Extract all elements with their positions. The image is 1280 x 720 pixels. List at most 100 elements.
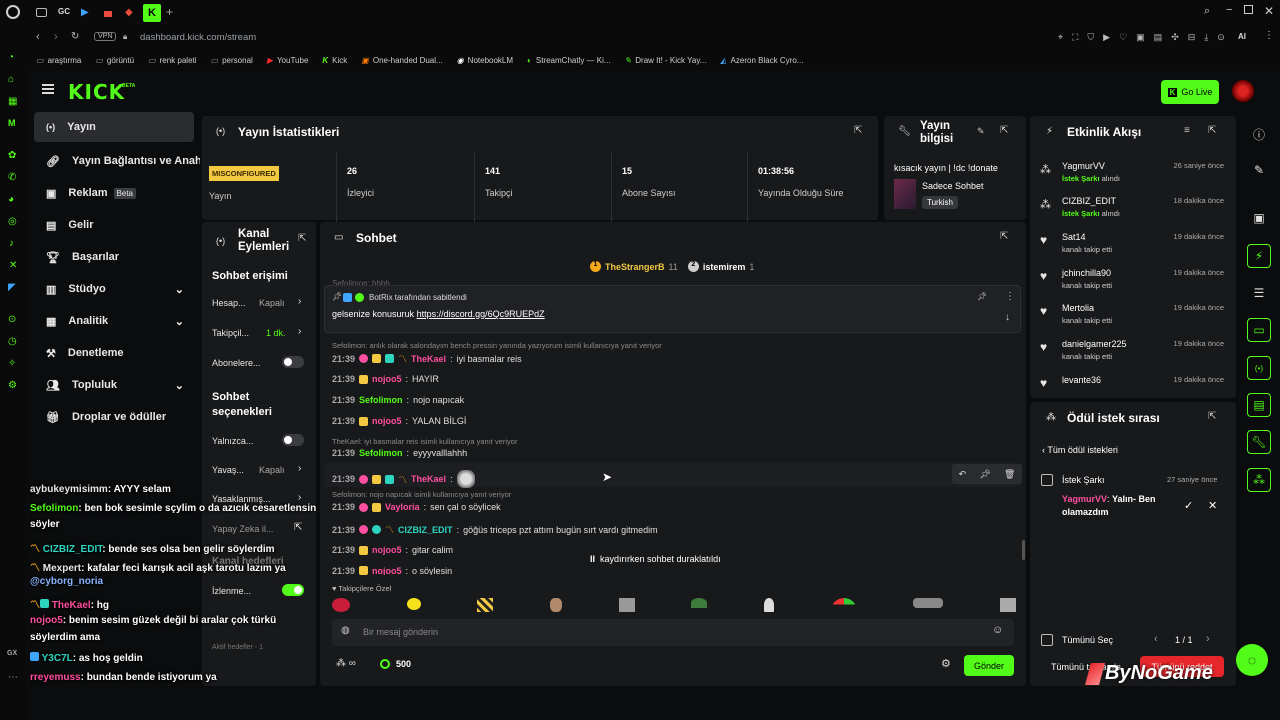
chatgpt-icon[interactable]: ✿	[8, 150, 16, 161]
yavas-label[interactable]: Yavaş...	[212, 465, 244, 475]
edit-icon[interactable]: ✎	[977, 126, 985, 137]
sidebar-item-topluluk[interactable]: 👥︎ Topluluk ⌄	[34, 370, 194, 400]
chevron-right-icon[interactable]: ›	[298, 296, 301, 307]
sidebar-item-yayin[interactable]: (•) Yayın	[34, 112, 194, 142]
ext-puzzle-icon[interactable]: ✣	[1171, 32, 1179, 43]
popout-icon[interactable]: ⇱	[854, 125, 862, 136]
top1-name[interactable]: TheStrangerB	[605, 262, 665, 272]
tab-kick-icon[interactable]: K	[143, 4, 161, 22]
filter-icon[interactable]: ≡	[1184, 125, 1190, 136]
vpn-badge[interactable]: VPN	[94, 32, 117, 41]
list-icon[interactable]: ☰	[1247, 281, 1271, 305]
emote-meme[interactable]	[999, 598, 1016, 612]
pinned-link[interactable]: https://discord.gg/6Qc9RUEPdZ	[417, 309, 545, 319]
yapay-label[interactable]: Yapay Zeka il...	[212, 524, 273, 534]
chat-username[interactable]: Sefolimon	[359, 395, 403, 405]
emote-cherry[interactable]	[332, 598, 350, 612]
reward-toggle-icon[interactable]: ⁂	[1247, 468, 1271, 492]
chevron-right-icon[interactable]: ›	[298, 492, 301, 503]
emote-gauge[interactable]	[830, 598, 857, 611]
emote-face[interactable]	[549, 598, 562, 612]
media-icon[interactable]: ▣	[1247, 206, 1271, 230]
select-all-label[interactable]: Tümünü Seç	[1062, 635, 1113, 645]
info-icon[interactable]: ⓘ	[1247, 122, 1271, 146]
chevron-right-icon[interactable]: ›	[298, 326, 301, 337]
ext-pin-icon[interactable]: ⌖	[1058, 32, 1063, 43]
ext-screenshot-icon[interactable]: ⛶	[1072, 32, 1078, 43]
tab-gc[interactable]: GC	[58, 7, 70, 16]
chat-username[interactable]: nojoo5	[372, 416, 402, 426]
back-link[interactable]: ‹ Tüm ödül istekleri	[1042, 445, 1118, 455]
bookmark-streamchatly[interactable]: ◐ StreamChatly — Ki...	[527, 56, 611, 65]
popout-icon[interactable]: ⇱	[1208, 411, 1216, 422]
delete-icon[interactable]: 🗑︎	[1004, 469, 1015, 480]
sidebar-item-baglanti[interactable]: 🔗︎ Yayın Bağlantısı ve Anahtar	[34, 146, 200, 176]
ext-shield-icon[interactable]: ⛉	[1087, 32, 1094, 43]
ext-camera-icon[interactable]: ⊙	[1217, 32, 1225, 43]
prev-page-icon[interactable]: ‹	[1154, 633, 1158, 645]
broadcast-toggle-icon[interactable]: (•)	[1247, 356, 1271, 380]
abone-label[interactable]: Abonelere...	[212, 358, 261, 368]
address-bar[interactable]: dashboard.kick.com/stream	[140, 32, 256, 43]
reply-icon[interactable]: ↶	[959, 469, 967, 480]
scrollbar[interactable]	[1022, 540, 1025, 560]
tiktok-icon[interactable]: ♪	[9, 238, 14, 249]
ext-play-icon[interactable]: ▶	[1103, 32, 1110, 43]
chat-settings-icon[interactable]: ⚙	[941, 657, 951, 670]
x-icon[interactable]: ✕	[9, 260, 17, 271]
sidebar-item-basarilar[interactable]: 🏆︎ Başarılar	[34, 242, 194, 272]
emote-crowd[interactable]	[913, 598, 944, 608]
aktif-hedefler[interactable]: Aktif hedefler - 1	[212, 644, 263, 651]
hesap-label[interactable]: Hesap...	[212, 298, 246, 308]
send-button[interactable]: Gönder	[964, 655, 1014, 676]
more-icon[interactable]: ⋯	[8, 672, 18, 683]
takipci-value[interactable]: 1 dk.	[266, 328, 286, 338]
ext-doc-icon[interactable]: ▤	[1154, 32, 1163, 43]
wrench-icon[interactable]: 🔧︎	[1247, 430, 1271, 454]
izleme-label[interactable]: İzlenme...	[212, 586, 251, 596]
chat-panel-icon[interactable]: ▭	[1247, 318, 1271, 342]
more-options-icon[interactable]: ⋮	[1005, 291, 1015, 302]
ext-heart-icon[interactable]: ♡	[1119, 32, 1127, 43]
ai-button[interactable]: AI	[1238, 32, 1246, 41]
takipci-label[interactable]: Takipçil...	[212, 328, 249, 338]
bookmark-renk-paleti[interactable]: ▭ renk paleti	[148, 56, 196, 65]
chat-username[interactable]: nojoo5	[372, 566, 402, 575]
approve-icon[interactable]: ✓	[1184, 499, 1193, 512]
yalnizca-toggle[interactable]	[282, 434, 304, 446]
top2-name[interactable]: istemirem	[703, 262, 746, 272]
reject-icon[interactable]: ✕	[1208, 499, 1217, 512]
bookmark-personal[interactable]: ▭ personal	[211, 56, 253, 65]
popout-icon[interactable]: ⇱	[1208, 125, 1216, 136]
opera-game-icon[interactable]: ▦	[8, 96, 17, 107]
forward-icon[interactable]: ›	[54, 31, 58, 43]
opera-logo-icon[interactable]	[6, 5, 20, 19]
opera-ai-icon[interactable]: ◔	[8, 52, 14, 63]
emote-cat[interactable]	[618, 598, 635, 612]
bookmark-kick[interactable]: K Kick	[322, 56, 347, 65]
yalnizca-label[interactable]: Yalnızca...	[212, 436, 253, 446]
chat-paused-banner[interactable]: II kaydırırken sohbet duraklatıldı	[590, 551, 760, 567]
close-icon[interactable]: ✕	[1264, 4, 1274, 18]
maximize-icon[interactable]	[1244, 5, 1253, 14]
bookmark-azeron[interactable]: ◭ Azeron Black Cyro...	[720, 56, 803, 65]
download-icon[interactable]: ⤓	[1204, 32, 1208, 43]
chat-username[interactable]: CIZBIZ_EDIT	[398, 525, 453, 535]
emote-lemon[interactable]	[406, 598, 421, 610]
emote-bird[interactable]	[691, 598, 708, 608]
sidebar-item-denetleme[interactable]: ⚒ Denetleme	[34, 338, 194, 368]
sidebar-item-droplar[interactable]: 🎁︎ Droplar ve ödüller	[34, 402, 194, 432]
settings-icon[interactable]: ⚙	[8, 380, 17, 391]
pin-icon[interactable]: 📌︎	[979, 469, 990, 480]
discord-icon[interactable]: ◕	[8, 194, 14, 205]
chat-username[interactable]: nojoo5	[372, 545, 402, 555]
select-all-checkbox[interactable]	[1041, 634, 1053, 646]
popout-icon[interactable]: ⇱	[298, 233, 306, 244]
bookmark-notebooklm[interactable]: ◉ NotebookLM	[457, 56, 513, 65]
sidebar-item-gelir[interactable]: ▤ Gelir	[34, 210, 194, 240]
emoji-icon[interactable]: ☺	[992, 624, 1003, 636]
tab-bars-icon[interactable]	[104, 8, 112, 17]
search-icon[interactable]: ⌕	[1204, 5, 1210, 18]
whatsapp-icon[interactable]: ✆	[8, 172, 16, 183]
opera-bag-icon[interactable]: ⌂	[8, 74, 14, 85]
